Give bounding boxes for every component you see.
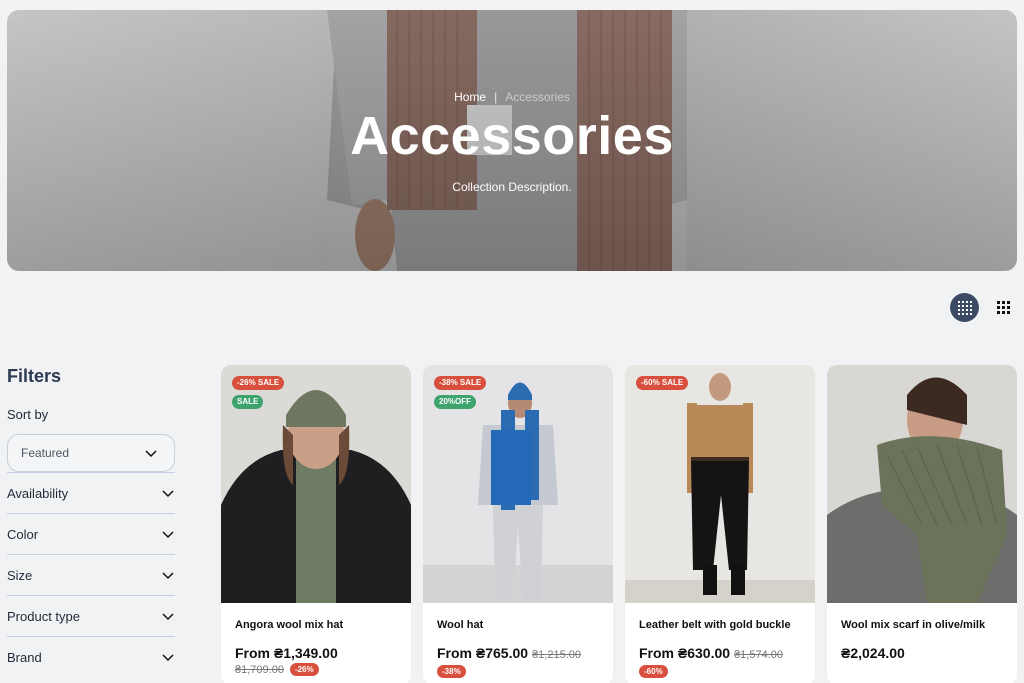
filter-availability[interactable]: Availability — [7, 472, 175, 513]
breadcrumb-separator: | — [494, 90, 498, 104]
chevron-down-icon — [162, 490, 174, 498]
price-compare-row: ₴1,709.00 -26% — [221, 661, 411, 676]
sale-badge: -38% SALE — [434, 376, 487, 390]
chevron-down-icon — [162, 654, 174, 662]
product-price: From ₴630.00 ₴1,574.00 — [625, 632, 815, 663]
compare-at-price: ₴1,215.00 — [532, 649, 581, 661]
collection-description: Collection Description. — [452, 180, 572, 194]
sale-badge: -26% SALE — [232, 376, 285, 390]
hero-content: Home | Accessories Accessories Collectio… — [7, 90, 1017, 194]
product-title[interactable]: Leather belt with gold buckle — [625, 603, 815, 632]
discount-badge: -60% — [639, 665, 668, 678]
filters-sidebar: Filters Sort by Featured Availability Co… — [7, 366, 175, 677]
filters-heading: Filters — [7, 366, 62, 386]
product-card[interactable]: -26% SALE SALE Angora wool mix hat From … — [221, 365, 411, 683]
filter-label: Product type — [7, 608, 80, 624]
badge-group: -38% SALE 20%OFF — [434, 376, 487, 409]
product-image[interactable]: -38% SALE 20%OFF — [423, 365, 613, 603]
filter-size[interactable]: Size — [7, 554, 175, 595]
grid-3-button[interactable] — [989, 293, 1018, 322]
badge-group: -26% SALE SALE — [232, 376, 285, 409]
chevron-down-icon — [162, 531, 174, 539]
chevron-down-icon — [162, 613, 174, 621]
product-price: ₴2,024.00 — [841, 645, 905, 661]
grid-4-button[interactable] — [950, 293, 979, 322]
product-card[interactable]: -38% SALE 20%OFF Wool hat From ₴765.00 ₴1… — [423, 365, 613, 683]
price-compare-row: -38% — [423, 663, 613, 678]
discount-badge: -38% — [437, 665, 466, 678]
product-title[interactable]: Wool hat — [423, 603, 613, 632]
product-card[interactable]: -60% SALE Leather belt with gold buckle … — [625, 365, 815, 683]
product-price: From ₴1,349.00 — [235, 645, 338, 661]
compare-at-price: ₴1,709.00 — [235, 663, 284, 676]
product-grid: -26% SALE SALE Angora wool mix hat From … — [221, 365, 1017, 683]
badge-group: -60% SALE — [636, 376, 689, 390]
sort-by-label: Sort by — [7, 407, 49, 422]
filter-color[interactable]: Color — [7, 513, 175, 554]
product-image[interactable] — [827, 365, 1017, 603]
breadcrumb-home-link[interactable]: Home — [454, 90, 486, 104]
promo-badge: 20%OFF — [434, 395, 477, 409]
discount-badge: -26% — [289, 663, 319, 676]
product-title[interactable]: Wool mix scarf in olive/milk — [827, 603, 1017, 632]
product-image[interactable]: -26% SALE SALE — [221, 365, 411, 603]
sale-badge: -60% SALE — [636, 376, 689, 390]
breadcrumb: Home | Accessories — [7, 90, 1017, 104]
grid-4-icon — [957, 300, 972, 315]
product-price-value: From ₴630.00 — [639, 645, 731, 661]
filter-label: Availability — [7, 485, 69, 501]
product-card[interactable]: Wool mix scarf in olive/milk ₴2,024.00 — [827, 365, 1017, 683]
filter-product-type[interactable]: Product type — [7, 595, 175, 636]
sort-by-value: Featured — [21, 446, 70, 460]
sale-label-badge: SALE — [232, 395, 264, 409]
product-price: From ₴765.00 ₴1,215.00 — [423, 632, 613, 663]
filter-label: Brand — [7, 649, 42, 665]
chevron-down-icon — [145, 450, 157, 458]
price-compare-row: -60% — [625, 663, 815, 678]
breadcrumb-current: Accessories — [505, 90, 570, 104]
filter-label: Size — [7, 567, 33, 583]
filter-brand[interactable]: Brand — [7, 636, 175, 677]
compare-at-price: ₴1,574.00 — [734, 649, 783, 661]
product-title[interactable]: Angora wool mix hat — [221, 603, 411, 632]
page-title: Accessories — [350, 106, 674, 166]
filter-label: Color — [7, 526, 39, 542]
grid-view-toggle — [950, 293, 1018, 322]
product-price-value: From ₴765.00 — [437, 645, 529, 661]
collection-hero-banner: Home | Accessories Accessories Collectio… — [7, 10, 1017, 271]
chevron-down-icon — [162, 572, 174, 580]
product-image[interactable]: -60% SALE — [625, 365, 815, 603]
grid-3-icon — [997, 301, 1010, 314]
sort-by-select[interactable]: Featured — [7, 434, 175, 472]
